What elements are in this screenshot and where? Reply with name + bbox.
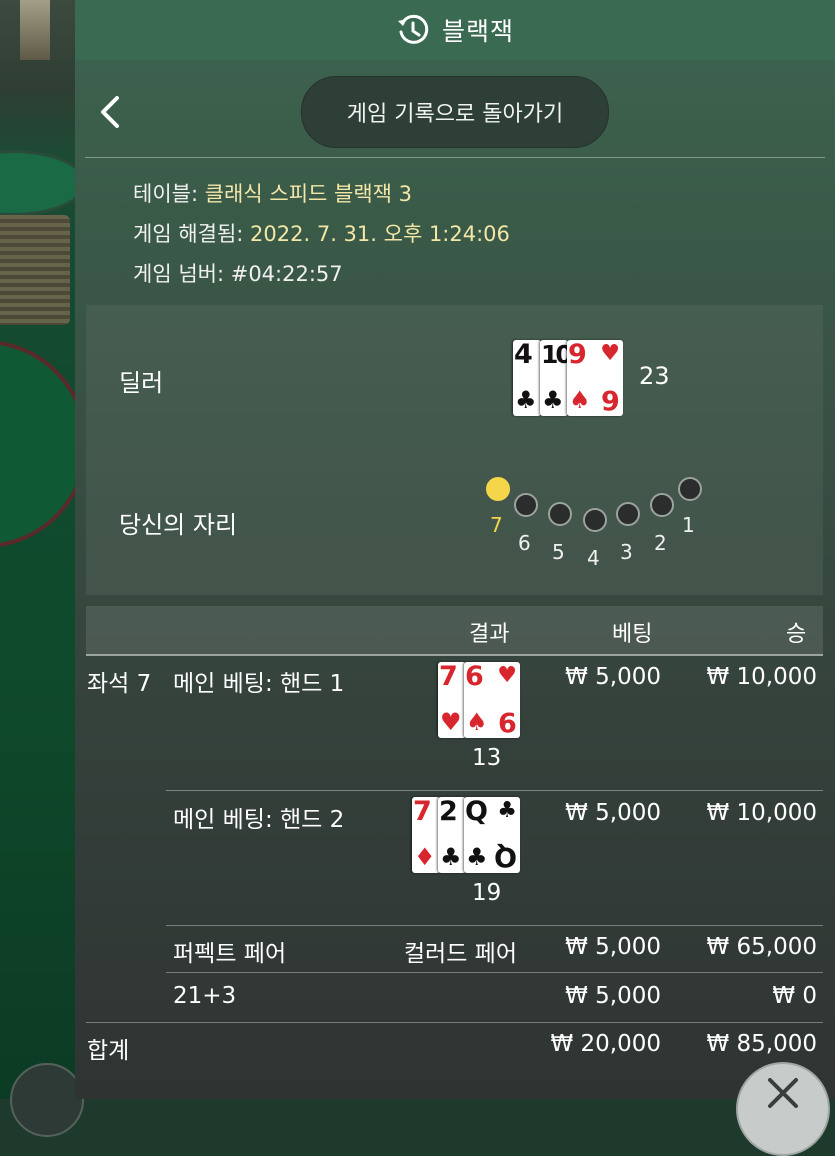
seat-dot-1 <box>678 477 702 501</box>
card-suit: ♥ <box>600 341 620 366</box>
row-divider <box>166 925 823 926</box>
hand-total: 13 <box>472 745 502 771</box>
dealer-card-2: 10 ♣ <box>540 340 573 416</box>
hand2-card-3: Q ♣ ♣ Q <box>464 797 520 873</box>
win-amount: ₩ 0 <box>772 983 817 1009</box>
win-amount: ₩ 10,000 <box>706 664 817 690</box>
dealer-card-3: 9 ♥ ♠ 6 <box>567 340 623 416</box>
seat-number-7: 7 <box>490 513 503 537</box>
seat-dot-7 <box>486 477 510 501</box>
table-info: 테이블: 클래식 스피드 블랙잭 3 <box>133 178 412 208</box>
history-icon <box>397 14 429 44</box>
resolved-value: 2022. 7. 31. 오후 1:24:06 <box>250 222 510 246</box>
card-rank: 10 <box>541 340 573 369</box>
seat-number-3: 3 <box>620 540 633 564</box>
seat-number-5: 5 <box>552 540 565 564</box>
seat-dot-2 <box>650 493 674 517</box>
background-table <box>0 150 75 216</box>
header-win: 승 <box>786 622 807 647</box>
row-label: 퍼펙트 페어 <box>173 941 287 967</box>
seat-dot-6 <box>514 493 538 517</box>
row-label: 메인 베팅: 핸드 1 <box>173 671 345 697</box>
number-value: #04:22:57 <box>230 262 343 286</box>
seat-label: 당신의 자리 <box>119 511 238 539</box>
close-icon <box>768 1078 798 1108</box>
resolved-label: 게임 해결됨: <box>133 222 244 246</box>
number-label: 게임 넘버: <box>133 262 225 286</box>
result-text: 컬러드 페어 <box>403 941 517 967</box>
hand1-card-1: 7 ♥ <box>438 662 466 738</box>
header-title: 블랙잭 <box>441 17 514 46</box>
dealer-label: 딜러 <box>119 369 164 397</box>
dealer-total: 23 <box>639 362 670 390</box>
table-label: 테이블: <box>133 182 199 206</box>
row-divider <box>166 790 823 791</box>
total-win: ₩ 85,000 <box>706 1031 817 1057</box>
seat-cell: 좌석 7 <box>87 671 152 697</box>
round-summary: 딜러 4 ♣ 10 ♣ 9 ♥ ♠ 6 23 당신의 자리 7 6 5 4 3 … <box>86 305 823 595</box>
card-rank-bottom: 6 <box>601 384 620 415</box>
background-lamp <box>20 0 50 60</box>
header-bet: 베팅 <box>612 622 653 647</box>
card-suit: ♣ <box>515 386 537 414</box>
hand1-card-2: 6 ♥ ♠ 9 <box>464 662 520 738</box>
seat-dot-4 <box>583 508 607 532</box>
bet-amount: ₩ 5,000 <box>565 983 661 1009</box>
total-bet: ₩ 20,000 <box>550 1031 661 1057</box>
back-arrow-icon[interactable] <box>95 94 125 130</box>
bet-amount: ₩ 5,000 <box>565 800 661 826</box>
card-rank: 4 <box>514 339 533 370</box>
number-info: 게임 넘버: #04:22:57 <box>133 258 343 288</box>
chat-button[interactable] <box>10 1063 84 1137</box>
header-bar: 블랙잭 <box>75 0 835 60</box>
row-divider <box>86 1022 823 1023</box>
total-label: 합계 <box>87 1038 130 1064</box>
seat-dot-5 <box>548 502 572 526</box>
seat-dot-3 <box>616 502 640 526</box>
bet-amount: ₩ 5,000 <box>565 934 661 960</box>
seat-number-4: 4 <box>587 546 600 570</box>
hand-total: 19 <box>472 880 502 906</box>
background-felt <box>0 340 75 548</box>
header-result: 결과 <box>469 622 510 647</box>
divider <box>85 157 825 158</box>
seat-number-2: 2 <box>654 531 667 555</box>
results-table-header: 결과 베팅 승 <box>86 606 823 656</box>
background-chips <box>0 215 70 325</box>
seat-number-1: 1 <box>682 513 695 537</box>
row-label: 21+3 <box>173 983 237 1009</box>
win-amount: ₩ 65,000 <box>706 934 817 960</box>
table-value: 클래식 스피드 블랙잭 3 <box>204 182 413 206</box>
close-button[interactable] <box>736 1062 830 1156</box>
game-history-panel: 블랙잭 게임 기록으로 돌아가기 테이블: 클래식 스피드 블랙잭 3 게임 해… <box>75 0 835 1099</box>
bet-amount: ₩ 5,000 <box>565 664 661 690</box>
row-divider <box>166 972 823 973</box>
row-label: 메인 베팅: 핸드 2 <box>173 807 345 833</box>
dealer-card-1: 4 ♣ <box>513 340 541 416</box>
back-to-history-button[interactable]: 게임 기록으로 돌아가기 <box>301 76 609 148</box>
hand2-card-2: 2 ♣ <box>438 797 466 873</box>
win-amount: ₩ 10,000 <box>706 800 817 826</box>
resolved-info: 게임 해결됨: 2022. 7. 31. 오후 1:24:06 <box>133 218 510 248</box>
seat-number-6: 6 <box>518 531 531 555</box>
card-rank: 9 <box>568 339 587 370</box>
card-suit-bottom: ♠ <box>569 386 591 414</box>
hand2-card-1: 7 ♦ <box>412 797 440 873</box>
card-suit: ♣ <box>542 386 564 414</box>
casino-background <box>0 0 75 1099</box>
